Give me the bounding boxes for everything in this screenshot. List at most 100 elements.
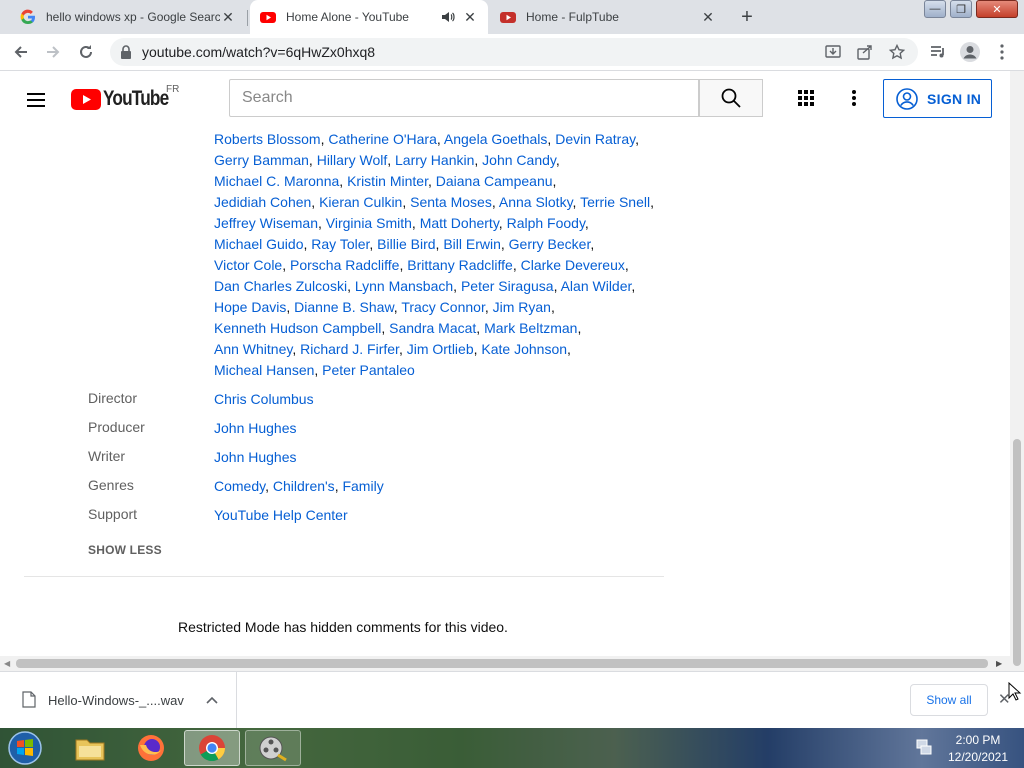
cast-member-link[interactable]: Dianne B. Shaw [294, 299, 394, 315]
cast-member-link[interactable]: Hillary Wolf [317, 152, 388, 168]
sign-in-button[interactable]: SIGN IN [883, 79, 992, 118]
clock-date[interactable]: 12/20/2021 [938, 750, 1018, 764]
profile-avatar-icon[interactable] [956, 34, 984, 70]
cast-member-link[interactable]: Virginia Smith [326, 215, 412, 231]
cast-member-link[interactable]: Clarke Devereux [521, 257, 625, 273]
cast-member-link[interactable]: Jeffrey Wiseman [214, 215, 318, 231]
show-all-downloads-button[interactable]: Show all [910, 684, 988, 716]
cast-member-link[interactable]: Micheal Hansen [214, 362, 314, 378]
close-tab-icon[interactable]: ✕ [462, 9, 478, 25]
download-item[interactable]: Hello-Windows-_....wav [0, 672, 237, 728]
metadata-link[interactable]: YouTube Help Center [214, 507, 348, 523]
metadata-link[interactable]: John Hughes [214, 420, 297, 436]
cast-member-link[interactable]: Lynn Mansbach [355, 278, 453, 294]
close-tab-icon[interactable]: ✕ [220, 9, 236, 25]
lock-icon[interactable] [120, 45, 132, 59]
cast-member-link[interactable]: Senta Moses [410, 194, 492, 210]
start-button[interactable] [5, 729, 45, 767]
cast-member-link[interactable]: Michael Guido [214, 236, 304, 252]
cast-member-link[interactable]: Dan Charles Zulcoski [214, 278, 347, 294]
taskbar-firefox[interactable] [123, 730, 179, 766]
hamburger-menu-icon[interactable] [24, 88, 48, 112]
cast-member-link[interactable]: Daiana Campeanu [436, 173, 553, 189]
cast-member-link[interactable]: Porscha Radcliffe [290, 257, 399, 273]
metadata-link[interactable]: Chris Columbus [214, 391, 314, 407]
close-tab-icon[interactable]: ✕ [700, 9, 716, 25]
cast-member-link[interactable]: Terrie Snell [580, 194, 650, 210]
taskbar-chrome[interactable] [184, 730, 240, 766]
cast-member-link[interactable]: Catherine O'Hara [328, 131, 437, 147]
taskbar-explorer[interactable] [62, 730, 118, 766]
metadata-link[interactable]: Children's [273, 478, 335, 494]
media-controls-icon[interactable] [924, 34, 952, 70]
cast-member-link[interactable]: Roberts Blossom [214, 131, 321, 147]
chevron-up-icon[interactable] [206, 696, 218, 704]
network-tray-icon[interactable] [915, 738, 933, 759]
cast-member-link[interactable]: Billie Bird [377, 236, 435, 252]
tab-google-search[interactable]: hello windows xp - Google Search ✕ [10, 0, 246, 34]
cast-member-link[interactable]: Victor Cole [214, 257, 282, 273]
cast-member-link[interactable]: Alan Wilder [561, 278, 632, 294]
scroll-right-arrow-icon[interactable]: ▶ [996, 659, 1002, 668]
close-window-button[interactable]: ✕ [976, 0, 1018, 18]
bookmark-star-icon[interactable] [888, 43, 906, 61]
metadata-link[interactable]: Family [342, 478, 383, 494]
address-bar[interactable]: youtube.com/watch?v=6qHwZx0hxq8 [110, 38, 918, 66]
reload-button[interactable] [72, 34, 100, 70]
cast-member-link[interactable]: Kate Johnson [481, 341, 567, 357]
scroll-left-arrow-icon[interactable]: ◀ [4, 659, 10, 668]
metadata-link[interactable]: Comedy [214, 478, 265, 494]
apps-grid-icon[interactable] [797, 89, 817, 109]
cast-member-link[interactable]: Devin Ratray [555, 131, 635, 147]
cast-member-link[interactable]: Michael C. Maronna [214, 173, 339, 189]
cast-member-link[interactable]: Jim Ortlieb [407, 341, 474, 357]
new-tab-button[interactable]: + [736, 6, 758, 28]
metadata-link[interactable]: John Hughes [214, 449, 297, 465]
cast-member-link[interactable]: Gerry Bamman [214, 152, 309, 168]
horizontal-scrollbar-thumb[interactable] [16, 659, 988, 668]
tab-home-alone-youtube[interactable]: Home Alone - YouTube ✕ [250, 0, 488, 34]
cast-member-link[interactable]: John Candy [482, 152, 556, 168]
vertical-scrollbar[interactable] [1010, 71, 1024, 671]
cast-member-link[interactable]: Angela Goethals [444, 131, 548, 147]
cast-member-link[interactable]: Jedidiah Cohen [214, 194, 311, 210]
clock-time[interactable]: 2:00 PM [938, 733, 1018, 747]
cast-member-link[interactable]: Brittany Radcliffe [407, 257, 513, 273]
cast-member-link[interactable]: Gerry Becker [509, 236, 591, 252]
vertical-scrollbar-thumb[interactable] [1013, 439, 1021, 666]
cast-member-link[interactable]: Matt Doherty [420, 215, 499, 231]
forward-button[interactable] [39, 34, 67, 70]
speaker-icon[interactable] [440, 9, 456, 25]
cast-member-link[interactable]: Larry Hankin [395, 152, 474, 168]
search-input[interactable] [230, 80, 698, 116]
cast-member-link[interactable]: Peter Siragusa [461, 278, 554, 294]
cast-member-link[interactable]: Hope Davis [214, 299, 286, 315]
show-less-button[interactable]: SHOW LESS [88, 543, 162, 557]
back-button[interactable] [7, 34, 35, 70]
cast-member-link[interactable]: Ann Whitney [214, 341, 292, 357]
cast-member-link[interactable]: Kenneth Hudson Campbell [214, 320, 381, 336]
cast-member-link[interactable]: Ray Toler [311, 236, 369, 252]
cast-member-link[interactable]: Bill Erwin [443, 236, 501, 252]
search-box[interactable] [229, 79, 699, 117]
cast-member-link[interactable]: Ralph Foody [507, 215, 585, 231]
cast-member-link[interactable]: Tracy Connor [401, 299, 485, 315]
install-icon[interactable] [824, 43, 842, 61]
cast-member-link[interactable]: Richard J. Firfer [300, 341, 399, 357]
restore-button[interactable]: ❐ [950, 0, 972, 18]
cast-member-link[interactable]: Mark Beltzman [484, 320, 577, 336]
cast-member-link[interactable]: Sandra Macat [389, 320, 476, 336]
taskbar-movie-maker[interactable] [245, 730, 301, 766]
minimize-button[interactable]: — [924, 0, 946, 18]
cast-member-link[interactable]: Peter Pantaleo [322, 362, 415, 378]
horizontal-scrollbar[interactable]: ◀ ▶ [0, 656, 1010, 671]
settings-kebab-icon[interactable] [851, 89, 859, 109]
cast-member-link[interactable]: Anna Slotky [499, 194, 573, 210]
kebab-menu-icon[interactable] [988, 34, 1016, 70]
tab-fulptube[interactable]: Home - FulpTube ✕ [490, 0, 726, 34]
cast-member-link[interactable]: Kieran Culkin [319, 194, 402, 210]
cast-member-link[interactable]: Jim Ryan [493, 299, 551, 315]
share-icon[interactable] [856, 43, 874, 61]
search-button[interactable] [699, 79, 763, 117]
cast-member-link[interactable]: Kristin Minter [347, 173, 428, 189]
